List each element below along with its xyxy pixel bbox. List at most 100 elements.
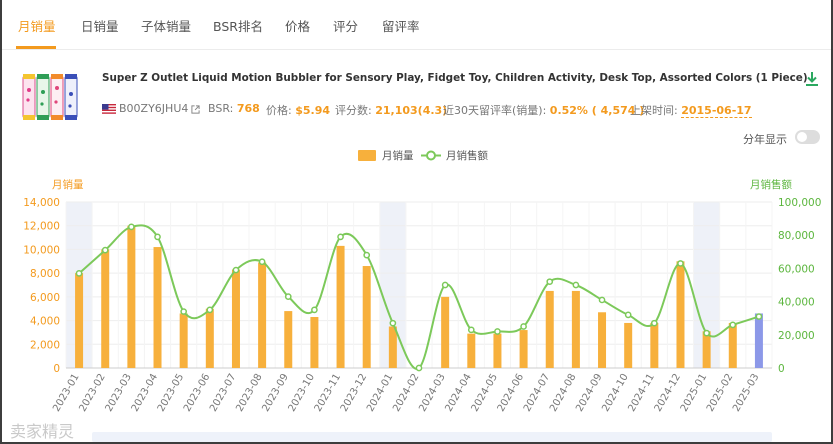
bar [467,333,476,368]
line-point [703,329,710,337]
line-point [128,223,135,231]
sales-panel: 月销量 日销量 子体销量 BSR排名 价格 评分 留评率 Super Z Out… [0,0,833,444]
tab-bsr-rank[interactable]: BSR排名 [213,16,263,35]
line-point [180,308,188,315]
bar [153,247,162,368]
bar [493,333,502,368]
tab-review-rate[interactable]: 留评率 [382,16,420,35]
listed-label: 上架时间: [630,104,678,117]
listed-date-value[interactable]: 2015-06-17 [681,104,752,118]
y-right-tick-label: 40,000 [778,297,815,309]
bar [388,326,397,368]
bar [676,261,685,368]
y-left-tick-label: 12,000 [23,221,60,233]
download-icon[interactable] [805,71,819,87]
bsr-info: BSR: 768 [208,102,260,115]
y-right-tick-label: 80,000 [778,230,815,242]
reviews-info: 评分数: 21,103(4.3) [335,102,447,118]
bar [624,322,633,368]
active-tab-indicator [16,46,56,49]
line-point [624,311,632,319]
line-point [232,266,240,274]
legend-label: 月销售额 [446,149,488,162]
sales-chart: 0 2,000 4,000 6,000 8,000 10,000 12,000 14,000 0… [23,149,821,414]
line-point [389,319,397,327]
line-point [206,306,214,314]
y-left-tick-label: 8,000 [30,268,60,280]
bar [179,313,188,368]
line-point [284,293,292,300]
bar [702,331,711,368]
review-rate-label: 近30天留评率(销量): [443,104,547,117]
line-point [494,328,501,335]
y-right-tick-label: 60,000 [778,263,815,275]
metric-tabs: 月销量 日销量 子体销量 BSR排名 价格 评分 留评率 [2,0,831,50]
line-point [415,364,423,372]
asin[interactable]: B00ZY6JHU4 [119,102,200,115]
y-left-axis-title: 月销量 [52,178,84,191]
x-tick-label: 2025-03 [731,372,761,414]
tab-price[interactable]: 价格 [285,16,310,35]
line-point [755,313,763,320]
bar [598,312,607,368]
bar [101,249,110,368]
us-flag-icon [102,104,116,114]
line-point [546,278,554,286]
chart-zoom-scrollbar[interactable] [92,432,772,442]
price-value: $5.94 [295,104,331,117]
line-point [650,319,658,327]
bar [728,322,737,368]
line-point [520,323,527,330]
review-rate-info: 近30天留评率(销量): 0.52% ( 4,574 ) [443,102,644,118]
bar [258,262,267,368]
line-point [441,281,449,289]
tab-rating[interactable]: 评分 [333,16,358,35]
tab-variant-sales[interactable]: 子体销量 [141,16,191,35]
line-point [154,233,161,241]
y-left-tick-label: 4,000 [30,316,60,328]
y-left-tick-label: 2,000 [30,339,60,351]
watermark-logo: 卖家精灵 [10,422,75,441]
line-point [572,281,580,289]
line-point [337,233,344,241]
bar [231,269,240,368]
tab-monthly-sales[interactable]: 月销量 [18,16,56,35]
line-point [467,326,475,334]
legend-bar-swatch [358,150,376,161]
y-left-tick-label: 0 [53,363,60,375]
legend-label: 月销量 [382,149,414,162]
listed-date-info: 上架时间: 2015-06-17 [630,102,752,118]
asin-value: B00ZY6JHU4 [119,102,189,115]
bar [441,296,450,368]
reviews-value: 21,103(4.3) [375,104,448,117]
line-point [101,246,109,254]
line-point [729,321,737,329]
line-point [363,251,371,259]
line-point [311,306,318,314]
bar [284,311,293,368]
y-left-tick-label: 14,000 [23,197,60,209]
bar [75,273,84,368]
y-right-tick-label: 100,000 [778,197,821,209]
bar [336,245,345,368]
bar [127,225,136,368]
legend-line-marker [426,150,436,161]
bar [571,290,580,368]
line-point [598,296,606,304]
bar [205,308,214,368]
y-left-tick-label: 6,000 [30,292,60,304]
bar [310,317,319,368]
external-link-icon[interactable] [191,104,200,114]
tab-daily-sales[interactable]: 日销量 [81,16,119,35]
bar [650,322,659,368]
bar [754,313,763,368]
product-title[interactable]: Super Z Outlet Liquid Motion Bubbler for… [102,72,808,84]
reviews-label: 评分数: [335,104,372,117]
product-thumbnail[interactable] [20,70,84,122]
y-right-axis-title: 月销售额 [750,178,792,191]
line-point [677,260,684,267]
y-right-tick-label: 0 [778,363,785,375]
bar [545,290,554,368]
bar [519,330,528,368]
line-point [258,258,266,266]
